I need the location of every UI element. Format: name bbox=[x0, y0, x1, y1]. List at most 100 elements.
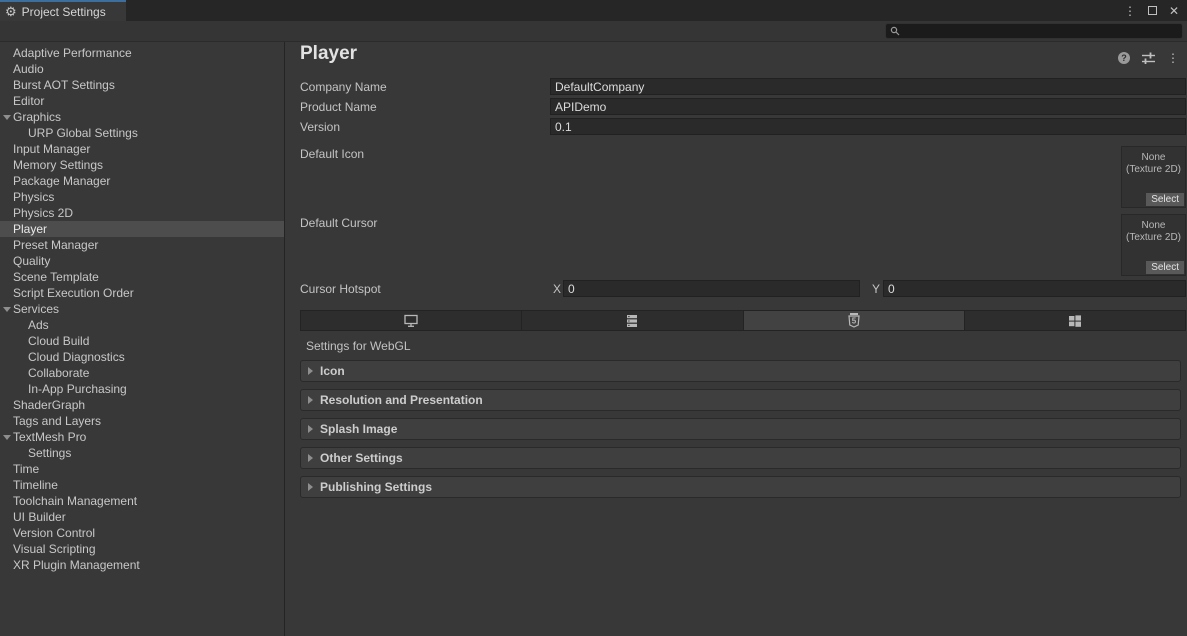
platform-tab-monitor[interactable] bbox=[301, 311, 521, 330]
sidebar-item-label: Physics 2D bbox=[13, 206, 73, 220]
sidebar-item-scene-template[interactable]: Scene Template bbox=[0, 269, 284, 285]
sidebar-item-preset-manager[interactable]: Preset Manager bbox=[0, 237, 284, 253]
sidebar-item-label: Timeline bbox=[13, 478, 58, 492]
settings-gear-icon: ⚙ bbox=[5, 5, 17, 18]
foldout-collapsed-icon[interactable] bbox=[308, 367, 313, 375]
default-cursor-select-button[interactable]: Select bbox=[1146, 261, 1184, 274]
sidebar-item-burst-aot-settings[interactable]: Burst AOT Settings bbox=[0, 77, 284, 93]
sidebar-item-label: Tags and Layers bbox=[13, 414, 101, 428]
sidebar-item-package-manager[interactable]: Package Manager bbox=[0, 173, 284, 189]
sidebar-item-label: URP Global Settings bbox=[28, 126, 138, 140]
sidebar-item-textmesh-pro[interactable]: TextMesh Pro bbox=[0, 429, 284, 445]
foldout-collapsed-icon[interactable] bbox=[308, 454, 313, 462]
hotspot-x-input[interactable] bbox=[563, 280, 860, 297]
titlebar: ⚙ Project Settings ⋮ ✕ bbox=[0, 0, 1187, 21]
sidebar-item-label: Audio bbox=[13, 62, 44, 76]
platform-tab-server[interactable] bbox=[521, 311, 742, 330]
sidebar-item-editor[interactable]: Editor bbox=[0, 93, 284, 109]
company-name-label: Company Name bbox=[300, 80, 387, 94]
help-icon[interactable]: ? bbox=[1118, 52, 1130, 64]
sidebar-item-xr-plugin-management[interactable]: XR Plugin Management bbox=[0, 557, 284, 573]
platform-tab-webgl[interactable]: 5 bbox=[743, 311, 964, 330]
sidebar-item-memory-settings[interactable]: Memory Settings bbox=[0, 157, 284, 173]
version-row: Version bbox=[300, 118, 1186, 135]
sidebar-item-in-app-purchasing[interactable]: In-App Purchasing bbox=[0, 381, 284, 397]
sidebar-item-ads[interactable]: Ads bbox=[0, 317, 284, 333]
sidebar-item-audio[interactable]: Audio bbox=[0, 61, 284, 77]
sidebar-item-graphics[interactable]: Graphics bbox=[0, 109, 284, 125]
sidebar-item-urp-global-settings[interactable]: URP Global Settings bbox=[0, 125, 284, 141]
sidebar-item-label: Visual Scripting bbox=[13, 542, 96, 556]
toolbar bbox=[0, 21, 1187, 42]
sidebar-item-cloud-diagnostics[interactable]: Cloud Diagnostics bbox=[0, 349, 284, 365]
panel-menu-icon[interactable]: ⋮ bbox=[1167, 51, 1179, 65]
sidebar-item-script-execution-order[interactable]: Script Execution Order bbox=[0, 285, 284, 301]
sidebar-item-physics-2d[interactable]: Physics 2D bbox=[0, 205, 284, 221]
sidebar-item-label: Graphics bbox=[13, 110, 61, 124]
sidebar-item-collaborate[interactable]: Collaborate bbox=[0, 365, 284, 381]
sidebar-item-physics[interactable]: Physics bbox=[0, 189, 284, 205]
sidebar-item-services[interactable]: Services bbox=[0, 301, 284, 317]
default-icon-select-button[interactable]: Select bbox=[1146, 193, 1184, 206]
search-box[interactable] bbox=[885, 23, 1183, 39]
sidebar-item-toolchain-management[interactable]: Toolchain Management bbox=[0, 493, 284, 509]
window-tab-title: Project Settings bbox=[22, 5, 106, 19]
monitor-icon bbox=[403, 314, 419, 328]
default-cursor-texture-slot[interactable]: None (Texture 2D) Select bbox=[1121, 214, 1186, 276]
sidebar-item-shadergraph[interactable]: ShaderGraph bbox=[0, 397, 284, 413]
sidebar-item-tags-and-layers[interactable]: Tags and Layers bbox=[0, 413, 284, 429]
sidebar-item-cloud-build[interactable]: Cloud Build bbox=[0, 333, 284, 349]
window-controls: ⋮ ✕ bbox=[1124, 0, 1179, 21]
default-cursor-texture-value: None (Texture 2D) bbox=[1122, 220, 1185, 244]
sidebar-item-quality[interactable]: Quality bbox=[0, 253, 284, 269]
sidebar-item-settings[interactable]: Settings bbox=[0, 445, 284, 461]
section-splash-image[interactable]: Splash Image bbox=[300, 418, 1181, 440]
search-input[interactable] bbox=[903, 24, 1182, 38]
sidebar-item-input-manager[interactable]: Input Manager bbox=[0, 141, 284, 157]
hotspot-y-input[interactable] bbox=[883, 280, 1186, 297]
company-name-input[interactable] bbox=[550, 78, 1186, 95]
section-label: Other Settings bbox=[320, 451, 403, 465]
product-name-input[interactable] bbox=[550, 98, 1186, 115]
product-name-label: Product Name bbox=[300, 100, 377, 114]
sidebar-item-version-control[interactable]: Version Control bbox=[0, 525, 284, 541]
sidebar-item-player[interactable]: Player bbox=[0, 221, 284, 237]
foldout-collapsed-icon[interactable] bbox=[308, 396, 313, 404]
sidebar-item-label: Ads bbox=[28, 318, 49, 332]
default-icon-texture-slot[interactable]: None (Texture 2D) Select bbox=[1121, 146, 1186, 208]
window-menu-icon[interactable]: ⋮ bbox=[1124, 4, 1136, 18]
foldout-expanded-icon[interactable] bbox=[3, 307, 11, 312]
tab-project-settings[interactable]: ⚙ Project Settings bbox=[0, 0, 126, 21]
sidebar-item-label: UI Builder bbox=[13, 510, 66, 524]
sidebar-item-timeline[interactable]: Timeline bbox=[0, 477, 284, 493]
section-other-settings[interactable]: Other Settings bbox=[300, 447, 1181, 469]
foldout-expanded-icon[interactable] bbox=[3, 115, 11, 120]
search-icon bbox=[890, 26, 900, 36]
sidebar-item-label: Preset Manager bbox=[13, 238, 98, 252]
sidebar-item-label: Script Execution Order bbox=[13, 286, 134, 300]
platform-tab-windows[interactable] bbox=[964, 311, 1185, 330]
foldout-collapsed-icon[interactable] bbox=[308, 483, 313, 491]
foldout-expanded-icon[interactable] bbox=[3, 435, 11, 440]
sidebar-item-ui-builder[interactable]: UI Builder bbox=[0, 509, 284, 525]
section-publishing-settings[interactable]: Publishing Settings bbox=[300, 476, 1181, 498]
sidebar-item-label: ShaderGraph bbox=[13, 398, 85, 412]
maximize-icon[interactable] bbox=[1148, 6, 1157, 15]
version-input[interactable] bbox=[550, 118, 1186, 135]
foldout-collapsed-icon[interactable] bbox=[308, 425, 313, 433]
sidebar-item-label: Burst AOT Settings bbox=[13, 78, 115, 92]
section-label: Splash Image bbox=[320, 422, 397, 436]
sidebar-item-label: Player bbox=[13, 222, 47, 236]
panel-header-icons: ? ⋮ bbox=[1118, 51, 1179, 65]
section-icon[interactable]: Icon bbox=[300, 360, 1181, 382]
preset-sliders-icon[interactable] bbox=[1141, 52, 1156, 64]
settings-for-platform-label: Settings for WebGL bbox=[306, 339, 411, 353]
sidebar-item-time[interactable]: Time bbox=[0, 461, 284, 477]
sidebar-item-adaptive-performance[interactable]: Adaptive Performance bbox=[0, 45, 284, 61]
server-icon bbox=[625, 314, 639, 328]
section-resolution-and-presentation[interactable]: Resolution and Presentation bbox=[300, 389, 1181, 411]
close-icon[interactable]: ✕ bbox=[1169, 4, 1179, 18]
sidebar: Adaptive PerformanceAudio Burst AOT Setti… bbox=[0, 42, 285, 636]
sidebar-item-visual-scripting[interactable]: Visual Scripting bbox=[0, 541, 284, 557]
sidebar-item-label: Version Control bbox=[13, 526, 95, 540]
